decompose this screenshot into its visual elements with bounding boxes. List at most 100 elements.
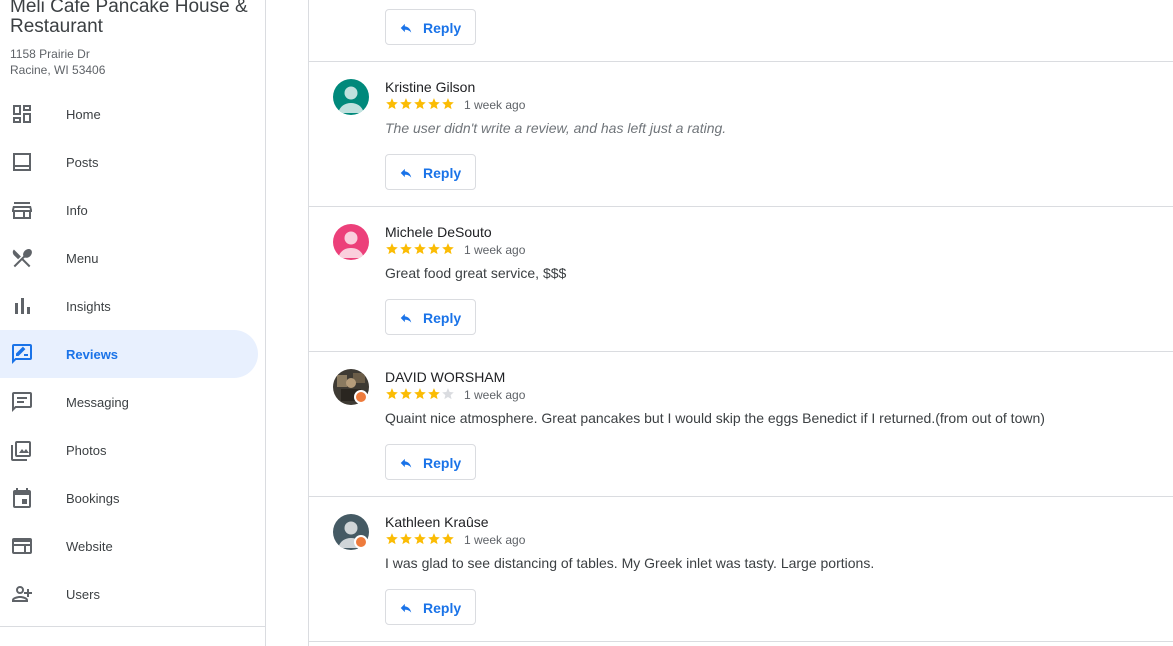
review-card: Kristine Gilson 1 week ago The user didn't… — [309, 62, 1173, 207]
star-icon — [400, 533, 412, 545]
web-icon — [12, 538, 32, 554]
storefront-icon — [12, 202, 32, 219]
star-icon — [414, 533, 426, 545]
star-icon — [428, 388, 440, 400]
star-icon — [428, 98, 440, 110]
sidebar-item-insights[interactable]: Insights — [0, 282, 266, 330]
reply-button[interactable]: Reply — [385, 154, 476, 190]
sidebar-item-users[interactable]: Users — [0, 570, 266, 618]
sidebar-divider — [0, 626, 266, 627]
star-icon — [386, 98, 398, 110]
review-text: Quaint nice atmosphere. Great pancakes b… — [385, 410, 1045, 426]
sidebar-item-label: Bookings — [66, 490, 120, 506]
review-card-previous: Reply — [309, 0, 1173, 62]
sidebar: Meli Cafe Pancake House & Restaurant 115… — [0, 0, 266, 646]
bar-chart-icon — [15, 298, 30, 314]
review-text: Great food great service, $$$ — [385, 265, 567, 281]
review-card: Michele DeSouto 1 week ago Great food grea… — [309, 207, 1173, 352]
local-guide-badge-icon — [354, 390, 368, 404]
avatar[interactable] — [333, 79, 369, 115]
star-icon — [386, 388, 398, 400]
reviewer-name[interactable]: Kristine Gilson — [385, 79, 475, 95]
reply-icon — [400, 168, 412, 178]
reply-label: Reply — [423, 20, 462, 36]
review-text: I was glad to see distancing of tables. … — [385, 555, 875, 571]
star-icon — [442, 388, 454, 400]
review-time: 1 week ago — [464, 243, 526, 257]
star-icon — [414, 388, 426, 400]
rate-review-icon — [12, 344, 32, 364]
star-icon — [442, 533, 454, 545]
calendar-icon — [13, 488, 31, 508]
dashboard-icon — [13, 105, 31, 123]
star-icon — [442, 98, 454, 110]
sidebar-item-label: Photos — [66, 442, 107, 458]
star-icon — [386, 243, 398, 255]
reply-label: Reply — [423, 600, 462, 616]
star-rating — [386, 533, 454, 545]
star-icon — [442, 243, 454, 255]
star-rating — [386, 243, 454, 255]
reply-icon — [400, 603, 412, 613]
star-icon — [414, 98, 426, 110]
sidebar-item-label: Info — [66, 202, 88, 218]
reviewer-name[interactable]: Michele DeSouto — [385, 224, 492, 240]
review-list: Kristine Gilson 1 week ago The user didn't… — [309, 62, 1173, 642]
review-card: DAVID WORSHAM 1 week ago Quaint nice atmos… — [309, 352, 1173, 497]
review-time: 1 week ago — [464, 98, 526, 112]
fork-knife-icon — [12, 248, 32, 268]
star-icon — [428, 243, 440, 255]
star-rating — [386, 98, 454, 110]
sidebar-item-label: Website — [66, 538, 113, 554]
sidebar-item-photos[interactable]: Photos — [0, 426, 266, 474]
reviews-panel: Reply Kristine Gilson 1 week ago The user … — [308, 0, 1173, 646]
sidebar-nav: Home Posts Info Menu Insights Reviews Messagin… — [0, 90, 266, 618]
sidebar-item-label: Home — [66, 106, 101, 122]
message-icon — [12, 392, 32, 412]
review-card: Kathleen Kraûse 1 week ago I was glad to s… — [309, 497, 1173, 642]
star-icon — [428, 533, 440, 545]
reply-button[interactable]: Reply — [385, 589, 476, 625]
review-time: 1 week ago — [464, 533, 526, 547]
sidebar-item-info[interactable]: Info — [0, 186, 266, 234]
reply-label: Reply — [423, 455, 462, 471]
sidebar-item-bookings[interactable]: Bookings — [0, 474, 266, 522]
sidebar-item-home[interactable]: Home — [0, 90, 266, 138]
avatar[interactable] — [333, 224, 369, 260]
business-name: Meli Cafe Pancake House & Restaurant — [10, 0, 248, 37]
sidebar-item-label: Insights — [66, 298, 111, 314]
business-address-line2: Racine, WI 53406 — [10, 63, 106, 77]
reply-button[interactable]: Reply — [385, 299, 476, 335]
reviewer-name[interactable]: DAVID WORSHAM — [385, 369, 505, 385]
star-rating — [386, 388, 454, 400]
star-icon — [400, 243, 412, 255]
reply-label: Reply — [423, 310, 462, 326]
sidebar-item-messaging[interactable]: Messaging — [0, 378, 266, 426]
sidebar-item-label: Posts — [66, 154, 99, 170]
business-address-line1: 1158 Prairie Dr — [10, 47, 90, 61]
sidebar-item-label: Reviews — [66, 346, 119, 362]
review-time: 1 week ago — [464, 388, 526, 402]
sidebar-item-label: Users — [66, 586, 100, 602]
sidebar-item-website[interactable]: Website — [0, 522, 266, 570]
star-icon — [400, 388, 412, 400]
reply-button[interactable]: Reply — [385, 444, 476, 480]
reply-icon — [400, 23, 412, 33]
sidebar-item-label: Menu — [66, 250, 99, 266]
star-icon — [386, 533, 398, 545]
review-text: The user didn't write a review, and has … — [385, 120, 727, 136]
photos-icon — [11, 441, 31, 461]
reply-label: Reply — [423, 165, 462, 181]
sidebar-item-posts[interactable]: Posts — [0, 138, 266, 186]
sidebar-item-label: Messaging — [66, 394, 129, 410]
star-icon — [414, 243, 426, 255]
reviewer-name[interactable]: Kathleen Kraûse — [385, 514, 489, 530]
sidebar-item-reviews[interactable]: Reviews — [0, 330, 258, 378]
star-icon — [400, 98, 412, 110]
add-user-icon — [12, 586, 32, 602]
reply-button[interactable]: Reply — [385, 9, 476, 45]
local-guide-badge-icon — [354, 535, 368, 549]
posts-icon — [13, 153, 31, 171]
reply-icon — [400, 313, 412, 323]
sidebar-item-menu[interactable]: Menu — [0, 234, 266, 282]
